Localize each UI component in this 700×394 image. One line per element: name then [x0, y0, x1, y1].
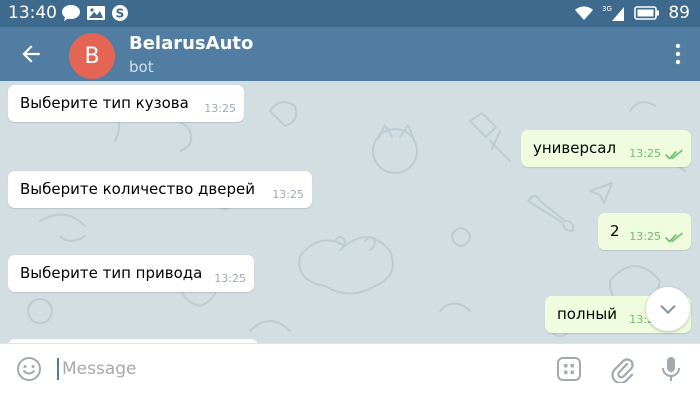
- message-text: Выберите тип кузова: [20, 94, 189, 112]
- message-incoming[interactable]: Выберите тип кузова 13:25: [8, 85, 244, 122]
- message-incoming[interactable]: Выберите тип привода 13:25: [8, 255, 254, 292]
- skype-icon: S: [112, 5, 128, 21]
- image-icon: [87, 6, 105, 20]
- back-arrow-icon[interactable]: [18, 41, 44, 67]
- bot-keyboard-icon[interactable]: [556, 356, 582, 382]
- battery-icon: [634, 6, 660, 20]
- message-time: 13:25: [629, 230, 661, 243]
- emoji-icon[interactable]: [16, 356, 42, 382]
- microphone-icon[interactable]: [660, 355, 682, 383]
- scroll-down-button[interactable]: [646, 287, 690, 331]
- text-cursor: [57, 358, 59, 380]
- message-time: 13:25: [272, 188, 304, 201]
- signal-icon: 3G: [602, 5, 625, 21]
- message-incoming[interactable]: Выберите количество дверей 13:25: [8, 171, 312, 208]
- message-list[interactable]: Выберите тип кузова 13:25 универсал 13:2…: [0, 81, 700, 343]
- message-text: универсал: [533, 139, 617, 157]
- message-outgoing[interactable]: универсал 13:25: [521, 130, 691, 167]
- status-right-icons: 3G 89: [574, 3, 690, 23]
- status-bar: 13:40 S 3G 89: [0, 0, 700, 27]
- double-check-icon: [665, 149, 683, 160]
- message-text: полный: [557, 305, 617, 323]
- chat-header: B BelarusAuto bot: [0, 27, 700, 81]
- network-label: 3G: [602, 5, 612, 13]
- status-time: 13:40: [8, 3, 57, 23]
- chat-title[interactable]: BelarusAuto: [129, 33, 253, 54]
- chat-subtitle: bot: [129, 58, 154, 76]
- attach-icon[interactable]: [609, 355, 635, 383]
- composer: [0, 343, 700, 394]
- avatar[interactable]: B: [69, 33, 115, 79]
- message-time: 13:25: [204, 102, 236, 115]
- battery-percent: 89: [668, 3, 690, 23]
- message-text: 2: [610, 222, 620, 240]
- overflow-menu-icon[interactable]: [674, 42, 682, 66]
- chevron-down-icon: [660, 305, 676, 314]
- message-input[interactable]: [62, 354, 522, 384]
- message-outgoing[interactable]: 2 13:25: [598, 213, 691, 250]
- message-text: Выберите тип привода: [20, 264, 203, 282]
- wifi-icon: [575, 6, 594, 20]
- message-time: 13:25: [214, 272, 246, 285]
- message-time: 13:25: [629, 147, 661, 160]
- message-text: Выберите количество дверей: [20, 180, 255, 198]
- double-check-icon: [665, 232, 683, 243]
- chat-bubble-icon: [62, 5, 80, 21]
- svg-text:S: S: [116, 7, 125, 21]
